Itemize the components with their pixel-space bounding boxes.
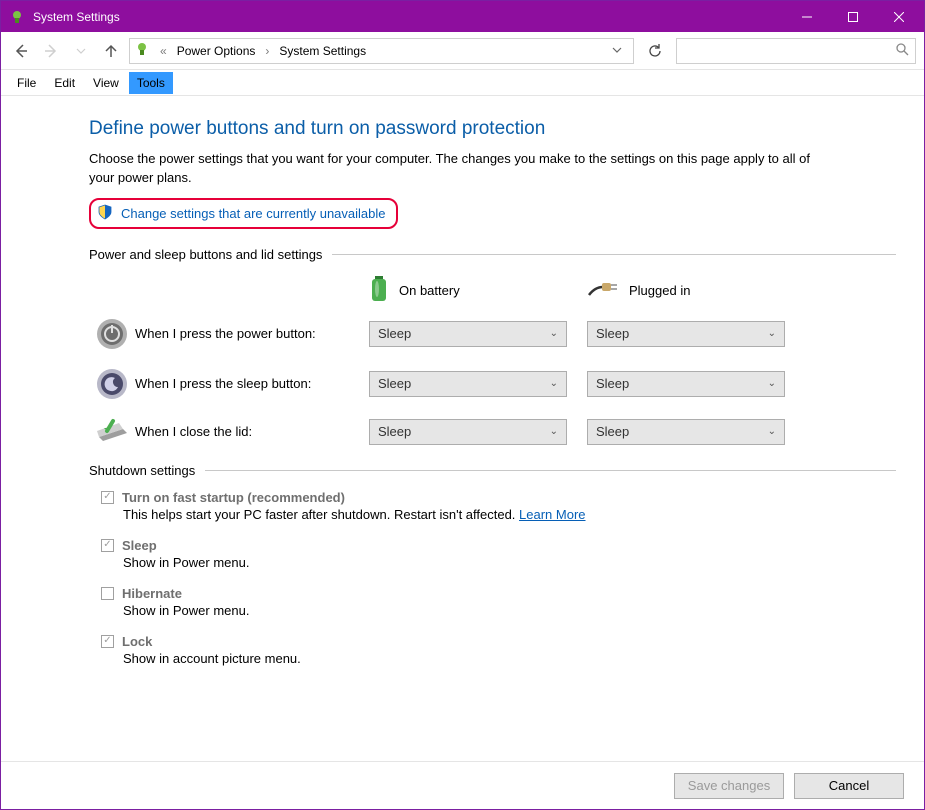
row-sleep-button-label: When I press the sleep button: xyxy=(135,376,369,391)
search-icon xyxy=(895,42,909,59)
lock-desc: Show in account picture menu. xyxy=(123,651,896,666)
chevron-down-icon: ⌄ xyxy=(768,378,776,389)
chevron-down-icon: ⌄ xyxy=(768,328,776,339)
breadcrumb-power-options[interactable]: Power Options xyxy=(177,44,256,58)
row-power-button-label: When I press the power button: xyxy=(135,326,369,341)
row-sleep-button: When I press the sleep button: Sleep⌄ Sl… xyxy=(89,367,896,401)
close-lid-battery-select[interactable]: Sleep⌄ xyxy=(369,419,567,445)
lock-checkbox[interactable] xyxy=(101,635,114,648)
window: System Settings « Power Options › System… xyxy=(0,0,925,810)
fast-startup-desc: This helps start your PC faster after sh… xyxy=(123,507,519,522)
lock-label: Lock xyxy=(122,634,152,649)
up-button[interactable] xyxy=(99,39,123,63)
section-shutdown-label: Shutdown settings xyxy=(89,463,195,478)
menu-edit[interactable]: Edit xyxy=(46,72,83,94)
minimize-button[interactable] xyxy=(784,1,830,32)
sleep-button-plugged-select[interactable]: Sleep⌄ xyxy=(587,371,785,397)
plug-icon xyxy=(587,279,619,302)
titlebar: System Settings xyxy=(1,1,924,32)
refresh-button[interactable] xyxy=(640,38,670,64)
section-power-buttons-label: Power and sleep buttons and lid settings xyxy=(89,247,322,262)
page-description: Choose the power settings that you want … xyxy=(89,150,829,188)
app-icon xyxy=(9,9,25,25)
page-heading: Define power buttons and turn on passwor… xyxy=(89,118,896,140)
footer: Save changes Cancel xyxy=(1,761,924,809)
location-icon xyxy=(134,41,150,60)
shield-icon xyxy=(97,204,113,223)
laptop-lid-icon xyxy=(89,417,135,447)
address-dropdown[interactable] xyxy=(605,44,629,58)
hibernate-label: Hibernate xyxy=(122,586,182,601)
col-on-battery: On battery xyxy=(369,274,567,307)
battery-icon xyxy=(369,274,389,307)
recent-dropdown[interactable] xyxy=(69,39,93,63)
content-area: Define power buttons and turn on passwor… xyxy=(1,96,924,761)
section-shutdown: Shutdown settings xyxy=(89,463,896,478)
cancel-button[interactable]: Cancel xyxy=(794,773,904,799)
sleep-desc: Show in Power menu. xyxy=(123,555,896,570)
maximize-button[interactable] xyxy=(830,1,876,32)
chevron-down-icon: ⌄ xyxy=(550,378,558,389)
close-button[interactable] xyxy=(876,1,922,32)
fast-startup-checkbox[interactable] xyxy=(101,491,114,504)
window-title: System Settings xyxy=(33,10,784,24)
shutdown-item-sleep: Sleep Show in Power menu. xyxy=(101,538,896,570)
close-lid-plugged-select[interactable]: Sleep⌄ xyxy=(587,419,785,445)
row-close-lid-label: When I close the lid: xyxy=(135,424,369,439)
power-button-plugged-select[interactable]: Sleep⌄ xyxy=(587,321,785,347)
power-button-icon xyxy=(89,317,135,351)
section-power-buttons: Power and sleep buttons and lid settings xyxy=(89,247,896,262)
forward-button[interactable] xyxy=(39,39,63,63)
fast-startup-label: Turn on fast startup (recommended) xyxy=(122,490,345,505)
chevron-down-icon: ⌄ xyxy=(550,328,558,339)
breadcrumb-system-settings[interactable]: System Settings xyxy=(279,44,366,58)
shutdown-item-fast-startup: Turn on fast startup (recommended) This … xyxy=(101,490,896,522)
search-input[interactable] xyxy=(676,38,916,64)
back-button[interactable] xyxy=(9,39,33,63)
learn-more-link[interactable]: Learn More xyxy=(519,507,585,522)
menu-tools[interactable]: Tools xyxy=(129,72,173,94)
hibernate-checkbox[interactable] xyxy=(101,587,114,600)
shutdown-item-hibernate: Hibernate Show in Power menu. xyxy=(101,586,896,618)
column-headers: On battery Plugged in xyxy=(369,274,896,307)
row-power-button: When I press the power button: Sleep⌄ Sl… xyxy=(89,317,896,351)
navigation-bar: « Power Options › System Settings xyxy=(1,32,924,70)
menu-bar: File Edit View Tools xyxy=(1,70,924,96)
save-changes-button[interactable]: Save changes xyxy=(674,773,784,799)
hibernate-desc: Show in Power menu. xyxy=(123,603,896,618)
chevron-down-icon: ⌄ xyxy=(550,426,558,437)
elevated-settings-link-highlight: Change settings that are currently unava… xyxy=(89,198,398,229)
sleep-label: Sleep xyxy=(122,538,157,553)
address-bar[interactable]: « Power Options › System Settings xyxy=(129,38,634,64)
row-close-lid: When I close the lid: Sleep⌄ Sleep⌄ xyxy=(89,417,896,447)
breadcrumb-ellipsis[interactable]: « xyxy=(156,44,171,58)
sleep-button-icon xyxy=(89,367,135,401)
sleep-button-battery-select[interactable]: Sleep⌄ xyxy=(369,371,567,397)
shutdown-item-lock: Lock Show in account picture menu. xyxy=(101,634,896,666)
menu-view[interactable]: View xyxy=(85,72,127,94)
chevron-right-icon: › xyxy=(261,44,273,58)
col-plugged-in: Plugged in xyxy=(587,274,785,307)
change-settings-link[interactable]: Change settings that are currently unava… xyxy=(121,206,386,221)
sleep-checkbox[interactable] xyxy=(101,539,114,552)
menu-file[interactable]: File xyxy=(9,72,44,94)
chevron-down-icon: ⌄ xyxy=(768,426,776,437)
power-button-battery-select[interactable]: Sleep⌄ xyxy=(369,321,567,347)
